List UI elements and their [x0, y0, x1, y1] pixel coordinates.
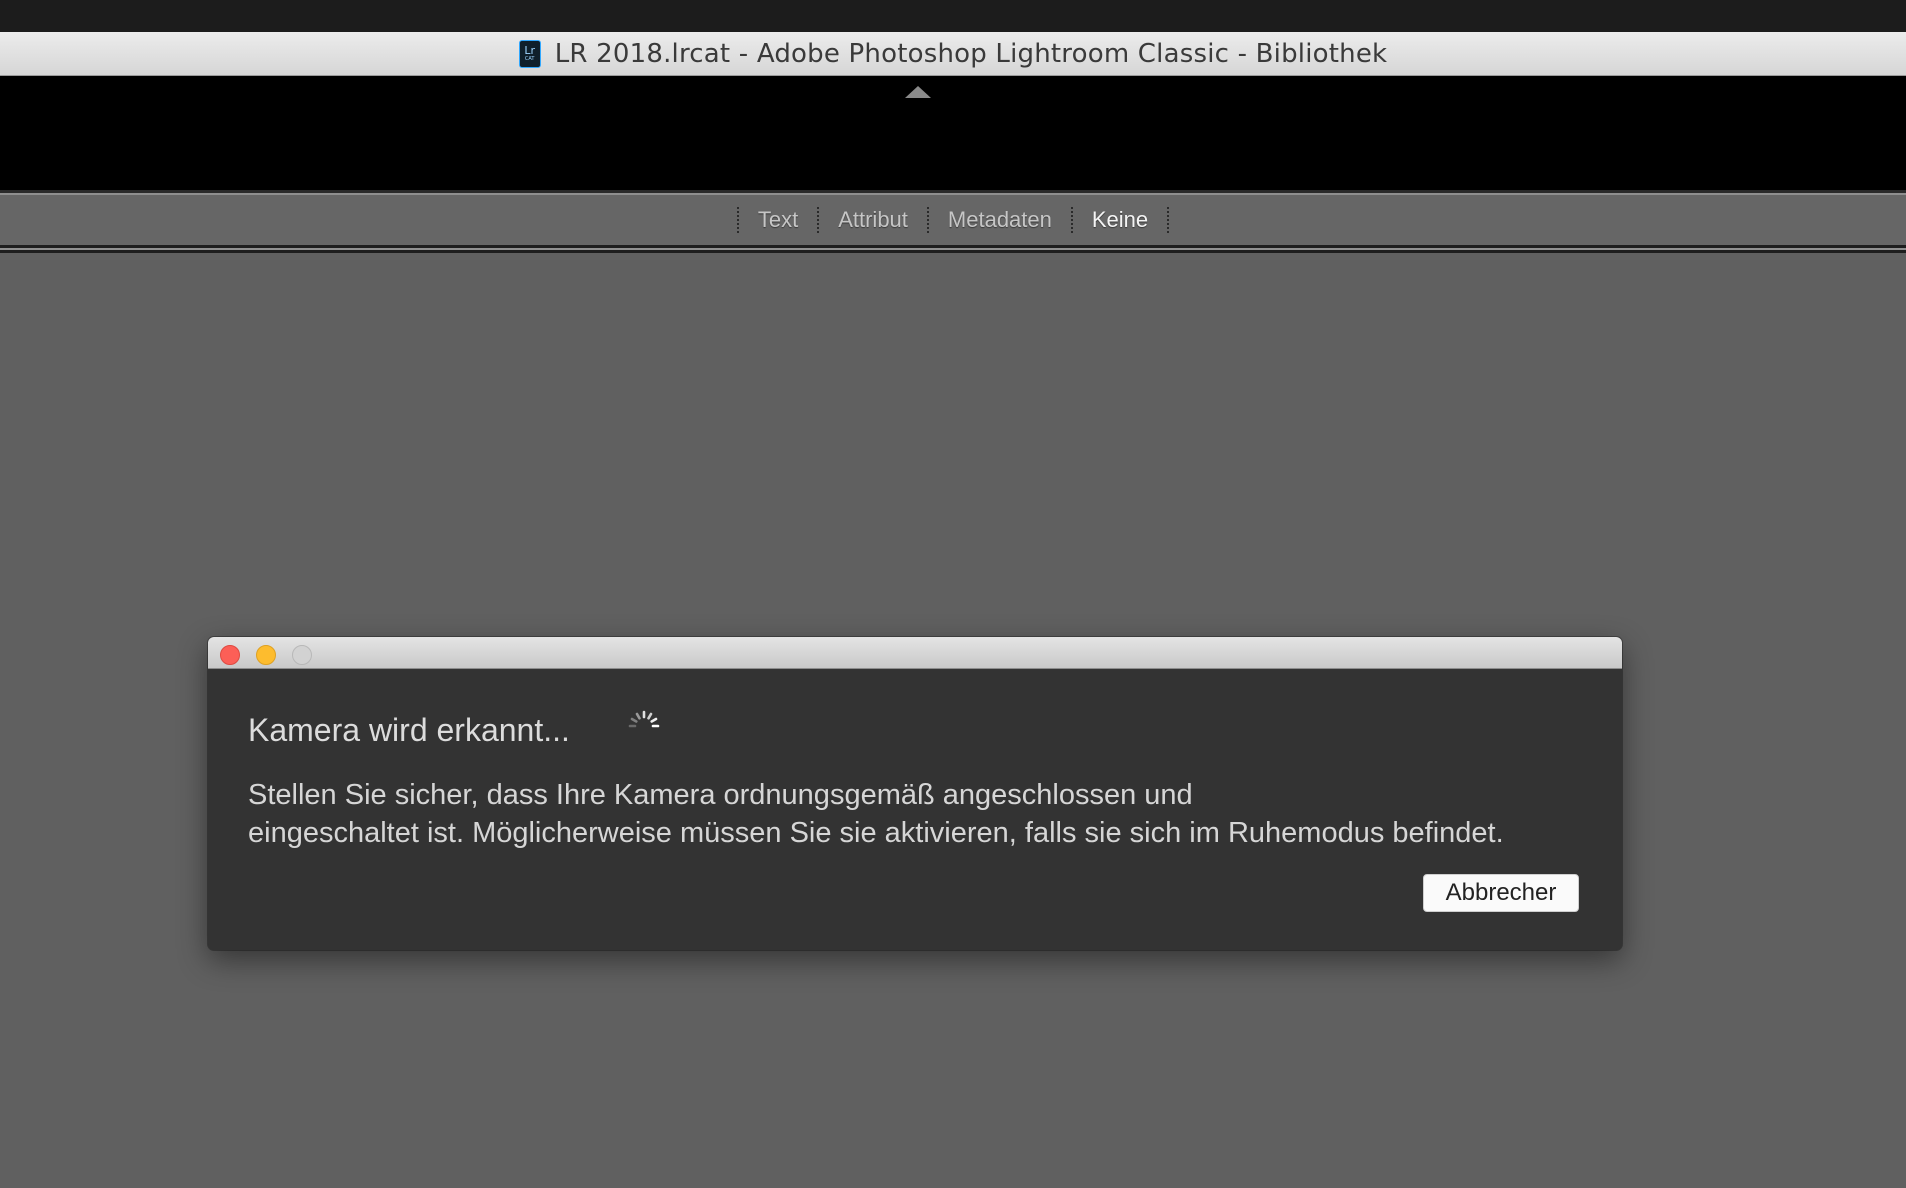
- filter-none[interactable]: Keine: [1092, 207, 1148, 233]
- screen: Lr CAT LR 2018.lrcat - Adobe Photoshop L…: [0, 0, 1906, 1188]
- filter-separator: [1070, 207, 1073, 233]
- dialog-message-line: Stellen Sie sicher, dass Ihre Kamera ord…: [248, 779, 1193, 811]
- filter-attribute[interactable]: Attribut: [838, 207, 908, 233]
- zoom-icon: [292, 645, 312, 665]
- filter-separator: [736, 207, 739, 233]
- cancel-button[interactable]: Abbrecher: [1423, 874, 1579, 912]
- app-icon-text: Lr: [524, 44, 536, 57]
- filter-metadata[interactable]: Metadaten: [948, 207, 1052, 233]
- camera-detect-dialog: Kamera wird erkannt... Stellen Sie siche…: [208, 637, 1622, 950]
- loading-spinner-icon: [628, 710, 660, 728]
- window-titlebar[interactable]: Lr CAT LR 2018.lrcat - Adobe Photoshop L…: [0, 32, 1906, 76]
- window-title: LR 2018.lrcat - Adobe Photoshop Lightroo…: [554, 38, 1388, 69]
- lightroom-catalog-icon: Lr CAT: [518, 39, 541, 68]
- dialog-titlebar[interactable]: [208, 637, 1622, 669]
- filter-separator: [1167, 207, 1170, 233]
- app-icon-subtext: CAT: [524, 56, 535, 62]
- minimize-icon[interactable]: [256, 645, 276, 665]
- panel-toggle-arrow-icon[interactable]: [905, 86, 931, 98]
- library-filter-bar: Text Attribut Metadaten Keine: [0, 195, 1906, 245]
- filter-separator: [817, 207, 820, 233]
- close-icon[interactable]: [220, 645, 240, 665]
- dialog-heading: Kamera wird erkannt...: [248, 712, 570, 748]
- dialog-message: Stellen Sie sicher, dass Ihre Kamera ord…: [248, 776, 1608, 852]
- filter-separator: [926, 207, 929, 233]
- menubar-strip: [0, 0, 1906, 32]
- top-panel: [0, 76, 1906, 190]
- dialog-message-line: eingeschaltet ist. Möglicherweise müssen…: [248, 817, 1504, 849]
- filter-text[interactable]: Text: [758, 207, 798, 233]
